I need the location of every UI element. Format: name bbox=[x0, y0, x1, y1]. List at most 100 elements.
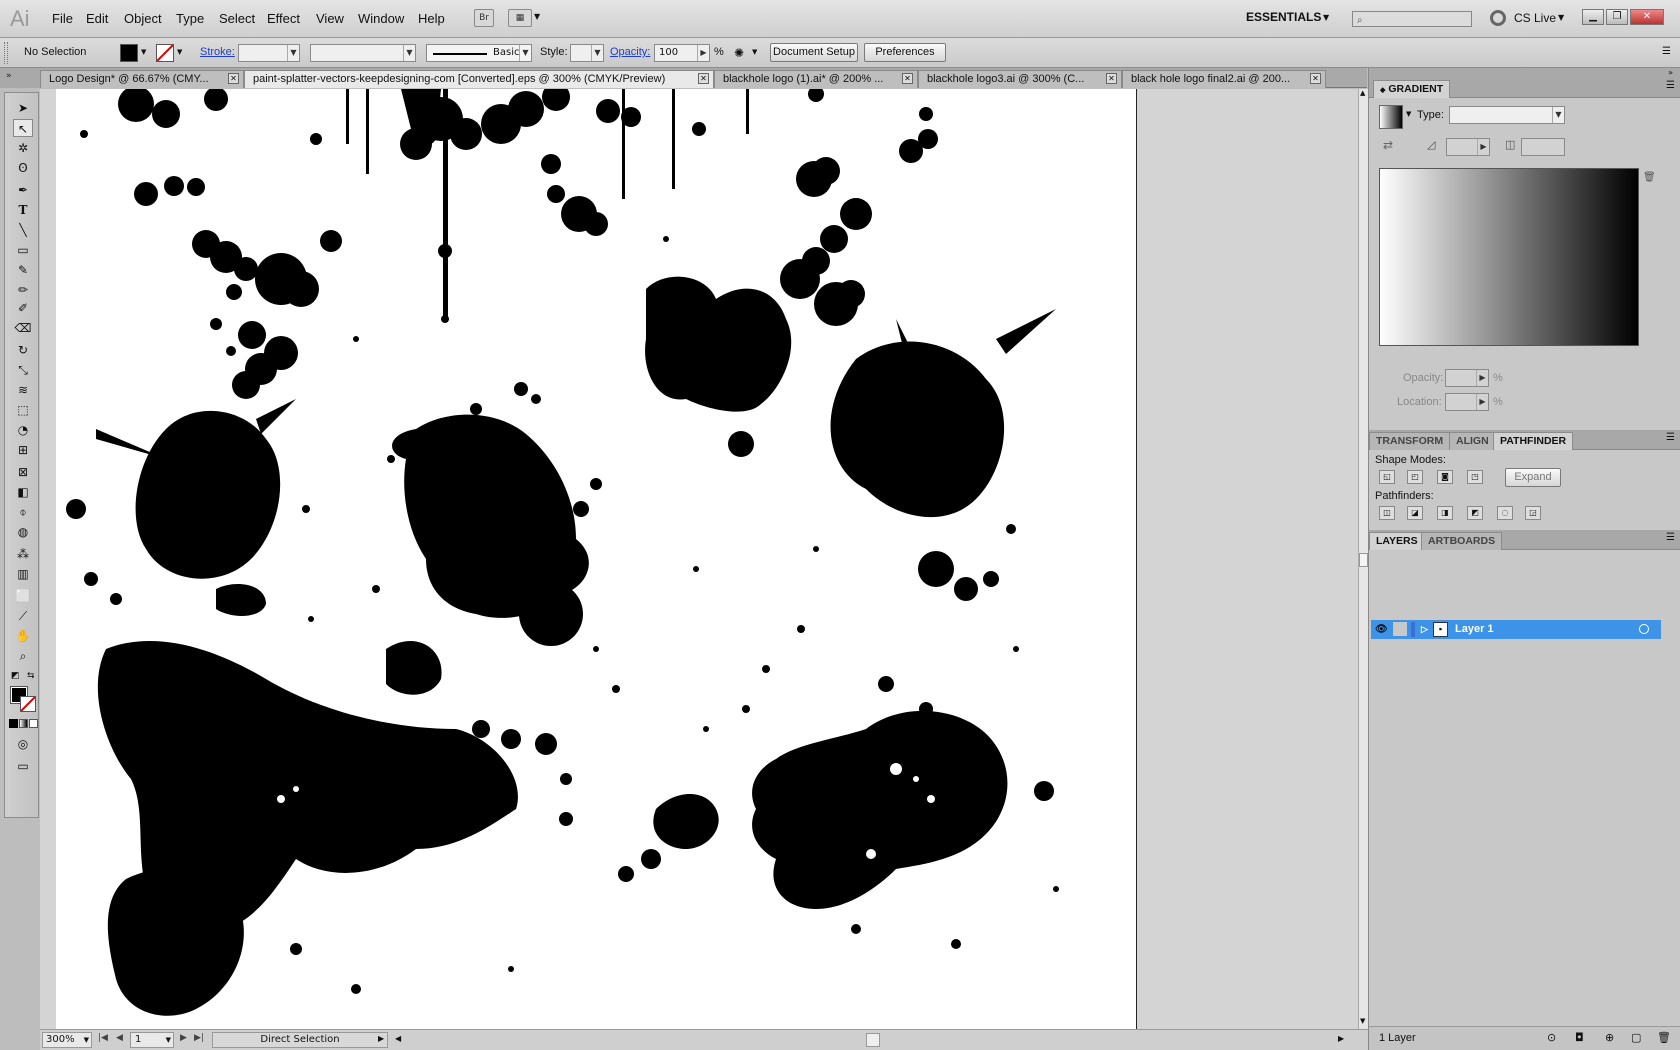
menu-select[interactable]: Select bbox=[219, 11, 255, 26]
tab-align[interactable]: ALIGN bbox=[1449, 432, 1496, 450]
outline-icon[interactable]: ◌ bbox=[1497, 506, 1513, 520]
scroll-down-icon[interactable]: ▼ bbox=[1360, 1017, 1365, 1025]
opacity-label[interactable]: Opacity: bbox=[610, 46, 650, 58]
selection-tool-icon[interactable]: ➤ bbox=[13, 99, 33, 117]
artboard-tool-icon[interactable]: ⬜ bbox=[13, 587, 33, 605]
mesh-tool-icon[interactable]: ⊠ bbox=[13, 463, 33, 481]
rotate-tool-icon[interactable]: ↻ bbox=[13, 341, 33, 359]
gradient-type-dropdown[interactable]: ▼ bbox=[1449, 106, 1565, 124]
symbol-sprayer-tool-icon[interactable]: ⁂ bbox=[13, 545, 33, 563]
expand-triangle-icon[interactable]: ▷ bbox=[1421, 620, 1428, 639]
fill-swatch[interactable] bbox=[120, 44, 138, 62]
tab-blackhole-logo-1[interactable]: blackhole logo (1).ai* @ 200% ... ✕ bbox=[714, 70, 918, 88]
chevron-down-icon[interactable]: ▼ bbox=[752, 48, 757, 56]
status-menu-icon[interactable]: ▶ bbox=[378, 1034, 384, 1043]
unite-icon[interactable]: ◱ bbox=[1379, 470, 1395, 484]
menu-object[interactable]: Object bbox=[124, 11, 162, 26]
zoom-field[interactable]: 300% ▼ bbox=[42, 1032, 92, 1048]
scale-tool-icon[interactable]: ⤡ bbox=[13, 361, 33, 379]
gradient-preview-swatch[interactable] bbox=[1379, 105, 1403, 129]
tab-pathfinder[interactable]: PATHFINDER bbox=[1493, 432, 1574, 450]
close-icon[interactable]: ✕ bbox=[1310, 73, 1321, 84]
close-icon[interactable]: ✕ bbox=[228, 73, 239, 84]
rectangle-tool-icon[interactable]: ▭ bbox=[13, 241, 33, 259]
type-tool-icon[interactable]: T bbox=[13, 201, 33, 219]
divide-icon[interactable]: ◫ bbox=[1379, 506, 1395, 520]
status-tool-display[interactable]: Direct Selection bbox=[212, 1032, 388, 1048]
aspect-ratio-field[interactable] bbox=[1521, 138, 1565, 156]
free-transform-tool-icon[interactable]: ⬚ bbox=[13, 401, 33, 419]
hand-tool-icon[interactable]: ✋ bbox=[13, 627, 33, 645]
close-icon[interactable]: ✕ bbox=[1106, 73, 1117, 84]
recolor-artwork-icon[interactable]: ✺ bbox=[734, 46, 744, 60]
screen-mode-icon[interactable]: ▭ bbox=[13, 757, 33, 775]
workspace-switcher[interactable]: ESSENTIALS bbox=[1246, 10, 1321, 24]
arrange-documents-icon[interactable]: ▦ bbox=[508, 9, 532, 27]
make-clipping-mask-icon[interactable]: ◘ bbox=[1575, 1031, 1584, 1044]
menu-file[interactable]: File bbox=[52, 11, 73, 26]
tab-layers[interactable]: LAYERS bbox=[1369, 532, 1425, 550]
gradient-location-field[interactable]: ▶ bbox=[1445, 393, 1489, 411]
panel-menu-icon[interactable]: ☰ bbox=[1666, 432, 1675, 443]
panel-menu-icon[interactable]: ☰ bbox=[1666, 80, 1675, 91]
chevron-down-icon[interactable]: ▼ bbox=[1323, 13, 1329, 22]
minus-back-icon[interactable]: ◲ bbox=[1525, 506, 1541, 520]
close-icon[interactable]: ✕ bbox=[698, 73, 709, 84]
chevron-down-icon[interactable]: ▼ bbox=[534, 12, 540, 21]
gradient-opacity-field[interactable]: ▶ bbox=[1445, 369, 1489, 387]
pencil-tool-icon[interactable]: ✏ bbox=[13, 281, 33, 299]
gradient-slider-preview[interactable] bbox=[1379, 168, 1639, 346]
menu-window[interactable]: Window bbox=[358, 11, 404, 26]
tab-paint-splatter[interactable]: paint-splatter-vectors-keepdesigning-com… bbox=[244, 70, 714, 88]
lasso-tool-icon[interactable]: ʘ bbox=[13, 159, 33, 177]
tab-gradient[interactable]: ◆ GRADIENT bbox=[1373, 80, 1451, 98]
last-artboard-icon[interactable]: ▶| bbox=[194, 1033, 204, 1043]
variable-width-dropdown[interactable]: ▼ bbox=[310, 44, 416, 62]
vertical-scrollbar[interactable]: ▲ ▼ bbox=[1358, 89, 1368, 1029]
paintbrush-tool-icon[interactable]: ✎ bbox=[13, 261, 33, 279]
stroke-weight-field[interactable]: ▼ bbox=[238, 44, 300, 62]
chevron-down-icon[interactable]: ▼ bbox=[1558, 13, 1564, 22]
menu-edit[interactable]: Edit bbox=[86, 11, 108, 26]
tab-transform[interactable]: TRANSFORM bbox=[1369, 432, 1451, 450]
none-mode-icon[interactable] bbox=[29, 719, 38, 728]
menu-effect[interactable]: Effect bbox=[267, 11, 300, 26]
panel-menu-icon[interactable]: ☰ bbox=[1662, 46, 1671, 57]
scroll-thumb[interactable] bbox=[1359, 553, 1368, 567]
stroke-label[interactable]: Stroke: bbox=[200, 46, 235, 58]
line-tool-icon[interactable]: ╲ bbox=[13, 221, 33, 239]
cs-live-button[interactable]: CS Live bbox=[1514, 11, 1556, 25]
draw-mode-icon[interactable]: ◎ bbox=[13, 735, 33, 753]
perspective-grid-tool-icon[interactable]: ⊞ bbox=[13, 441, 33, 459]
blend-tool-icon[interactable]: ◍ bbox=[13, 523, 33, 541]
expand-button[interactable]: Expand bbox=[1505, 468, 1561, 487]
angle-field[interactable]: ▶ bbox=[1446, 138, 1490, 156]
restore-icon[interactable]: ❐ bbox=[1606, 9, 1628, 25]
exclude-icon[interactable]: ◳ bbox=[1467, 470, 1483, 484]
reverse-gradient-icon[interactable]: ⇄ bbox=[1383, 138, 1393, 152]
chevron-down-icon[interactable]: ▼ bbox=[141, 48, 146, 56]
default-colors-icon[interactable]: ◩ bbox=[11, 671, 20, 681]
new-layer-icon[interactable]: ▢ bbox=[1631, 1031, 1641, 1044]
close-icon[interactable]: ✕ bbox=[902, 73, 913, 84]
color-mode-icon[interactable] bbox=[9, 719, 18, 728]
create-sublayer-icon[interactable]: ⊕ bbox=[1605, 1031, 1614, 1044]
merge-icon[interactable]: ◨ bbox=[1437, 506, 1453, 520]
opacity-field[interactable]: 100 ▶ bbox=[654, 44, 710, 62]
artboard[interactable] bbox=[56, 89, 1137, 1029]
zoom-tool-icon[interactable]: ⌕ bbox=[13, 647, 33, 665]
stroke-color-swatch[interactable] bbox=[20, 696, 36, 712]
target-circle-icon[interactable] bbox=[1639, 624, 1649, 634]
magic-wand-tool-icon[interactable]: ✲ bbox=[13, 139, 33, 157]
direct-selection-tool-icon[interactable]: ↖ bbox=[13, 119, 33, 137]
first-artboard-icon[interactable]: |◀ bbox=[98, 1033, 108, 1043]
swap-colors-icon[interactable]: ⇆ bbox=[27, 671, 35, 681]
shape-builder-tool-icon[interactable]: ◔ bbox=[13, 421, 33, 439]
crop-icon[interactable]: ◩ bbox=[1467, 506, 1483, 520]
search-input[interactable]: ⌕ bbox=[1352, 11, 1472, 27]
gradient-mode-icon[interactable] bbox=[19, 719, 28, 728]
visibility-eye-icon[interactable]: 👁 bbox=[1375, 620, 1388, 639]
chevron-down-icon[interactable]: ▼ bbox=[177, 48, 182, 56]
trim-icon[interactable]: ◪ bbox=[1407, 506, 1423, 520]
panel-menu-icon[interactable]: ☰ bbox=[1666, 532, 1675, 543]
